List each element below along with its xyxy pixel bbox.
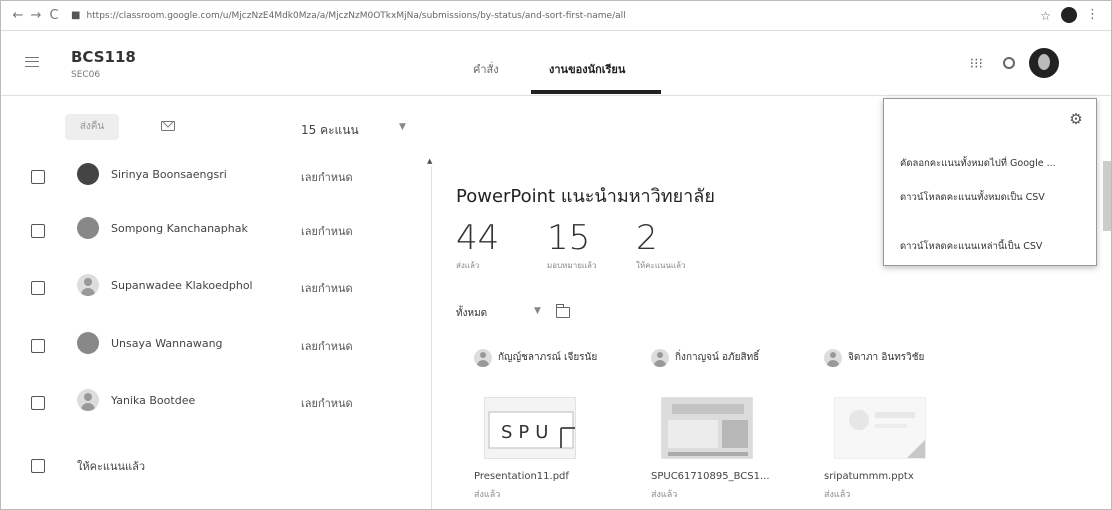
browser-window: ← → C ■ https://classroom.google.com/u/M… [0,0,1112,510]
panel-divider [431,166,432,509]
student-row[interactable]: Sompong Kanchanaphak เลยกำหนด [1,202,431,264]
reload-icon[interactable]: C [45,8,63,23]
graded-section-row[interactable]: ให้คะแนนแล้ว [1,437,431,499]
scrollbar[interactable] [1103,161,1111,231]
stat-value: 44 [456,218,500,258]
student-name[interactable]: Unsaya Wannawang [111,337,223,350]
browser-menu-icon[interactable]: ⋮ [1086,7,1099,22]
folder-icon[interactable] [556,304,570,318]
submission-card[interactable]: กิ่งกาญจน์ อภัยสิทธิ์ SPUC61710895_BCS1.… [651,349,801,509]
submission-status: ส่งแล้ว [824,490,851,500]
browser-toolbar: ← → C ■ https://classroom.google.com/u/M… [1,1,1111,31]
submission-student-name[interactable]: จิดาภา อินทรวิชัย [848,351,968,365]
student-name[interactable]: Sirinya Boonsaengsri [111,168,227,181]
student-status: เลยกำหนด [301,171,353,184]
stat-label: ให้คะแนนแล้ว [636,261,686,270]
tab-instructions[interactable]: คำสั่ง [473,60,499,78]
file-name[interactable]: sripatummm.pptx [824,471,914,482]
file-thumbnail[interactable] [834,397,926,459]
section-checkbox[interactable] [31,459,45,473]
student-name[interactable]: Sompong Kanchanaphak [111,222,248,235]
hamburger-icon[interactable] [25,57,39,67]
student-status: เลยกำหนด [301,282,353,295]
stat-assigned[interactable]: 15 มอบหมายแล้ว [547,219,596,272]
student-row[interactable]: Sirinya Boonsaengsri เลยกำหนด [1,148,431,210]
student-row[interactable]: Yanika Bootdee เลยกำหนด [1,374,431,436]
student-status: เลยกำหนด [301,340,353,353]
file-thumbnail[interactable]: SPU [484,397,576,459]
student-avatar [474,349,492,367]
app-header: BCS118 SEC06 คำสั่ง งานของนักเรียน ⁝⁝⁝ [1,32,1111,96]
student-row[interactable]: Unsaya Wannawang เลยกำหนด [1,317,431,379]
student-name[interactable]: Supanwadee Klakoedphol [111,279,253,292]
address-bar[interactable]: https://classroom.google.com/u/MjczNzE4M… [86,11,986,21]
student-avatar [824,349,842,367]
spu-logo-thumbnail: SPU [488,411,575,449]
stat-graded[interactable]: 2 ให้คะแนนแล้ว [636,219,685,272]
student-checkbox[interactable] [31,170,45,184]
graded-section-label: ให้คะแนนแล้ว [77,460,146,473]
lock-icon: ■ [71,10,81,21]
student-avatar [77,389,99,411]
stat-value: 15 [547,218,591,258]
active-tab-indicator [531,90,661,94]
file-thumbnail[interactable] [661,397,753,459]
back-icon[interactable]: ← [9,8,27,23]
star-icon[interactable]: ☆ [1040,9,1051,23]
slide-thumbnail [662,398,752,458]
file-name[interactable]: Presentation11.pdf [474,471,569,482]
stat-value: 2 [636,218,658,258]
apps-grid-icon[interactable]: ⁝⁝⁝ [970,56,983,72]
file-name[interactable]: SPUC61710895_BCS1... [651,471,770,482]
student-checkbox[interactable] [31,396,45,410]
submission-card[interactable]: กัญญ์ชลาภรณ์ เจียรนัย SPU Presentation11… [474,349,624,509]
submission-student-name[interactable]: กิ่งกาญจน์ อภัยสิทธิ์ [675,351,795,365]
student-avatar [651,349,669,367]
student-checkbox[interactable] [31,224,45,238]
stat-label: มอบหมายแล้ว [547,261,597,270]
class-title[interactable]: BCS118 [71,48,136,66]
student-status: เลยกำหนด [301,225,353,238]
student-avatar [77,217,99,239]
student-checkbox[interactable] [31,281,45,295]
return-button[interactable]: ส่งคืน [65,114,119,140]
account-avatar[interactable] [1029,48,1059,78]
grades-menu: ⚙ คัดลอกคะแนนทั้งหมดไปที่ Google ... ดาว… [883,98,1097,266]
gear-icon[interactable]: ⚙ [1068,111,1084,127]
svg-text:SPU: SPU [501,422,554,443]
menu-item-copy-to-sheets[interactable]: คัดลอกคะแนนทั้งหมดไปที่ Google ... [900,156,1090,171]
submission-card[interactable]: จิดาภา อินทรวิชัย sripatummm.pptx ส่งแล้… [824,349,974,509]
slide-thumbnail [849,410,925,458]
bell-icon[interactable] [1003,57,1015,69]
submission-status: ส่งแล้ว [651,490,678,500]
menu-item-download-these-csv[interactable]: ดาวน์โหลดคะแนนเหล่านี้เป็น CSV [900,239,1090,254]
filter-select[interactable]: ทั้งหมด [456,306,487,321]
menu-item-download-all-csv[interactable]: ดาวน์โหลดคะแนนทั้งหมดเป็น CSV [900,190,1090,205]
student-avatar [77,332,99,354]
points-select[interactable]: 15 คะแนน [301,121,359,140]
student-status: เลยกำหนด [301,397,353,410]
tab-student-work[interactable]: งานของนักเรียน [549,60,625,78]
stat-label: ส่งแล้ว [456,261,480,270]
student-avatar [77,274,99,296]
class-section: SEC06 [71,70,101,80]
submission-student-name[interactable]: กัญญ์ชลาภรณ์ เจียรนัย [498,351,618,365]
forward-icon[interactable]: → [27,8,45,23]
student-checkbox[interactable] [31,339,45,353]
submission-status: ส่งแล้ว [474,490,501,500]
stat-turned-in[interactable]: 44 ส่งแล้ว [456,219,499,272]
student-avatar [77,163,99,185]
assignment-title: PowerPoint แนะนำมหาวิทยาลัย [456,186,715,207]
chevron-down-icon[interactable]: ▼ [399,122,406,132]
extension-icon[interactable] [1061,7,1077,23]
mail-icon[interactable] [161,121,175,131]
student-row[interactable]: Supanwadee Klakoedphol เลยกำหนด [1,259,431,321]
chevron-down-icon[interactable]: ▼ [534,306,541,316]
student-name[interactable]: Yanika Bootdee [111,394,195,407]
